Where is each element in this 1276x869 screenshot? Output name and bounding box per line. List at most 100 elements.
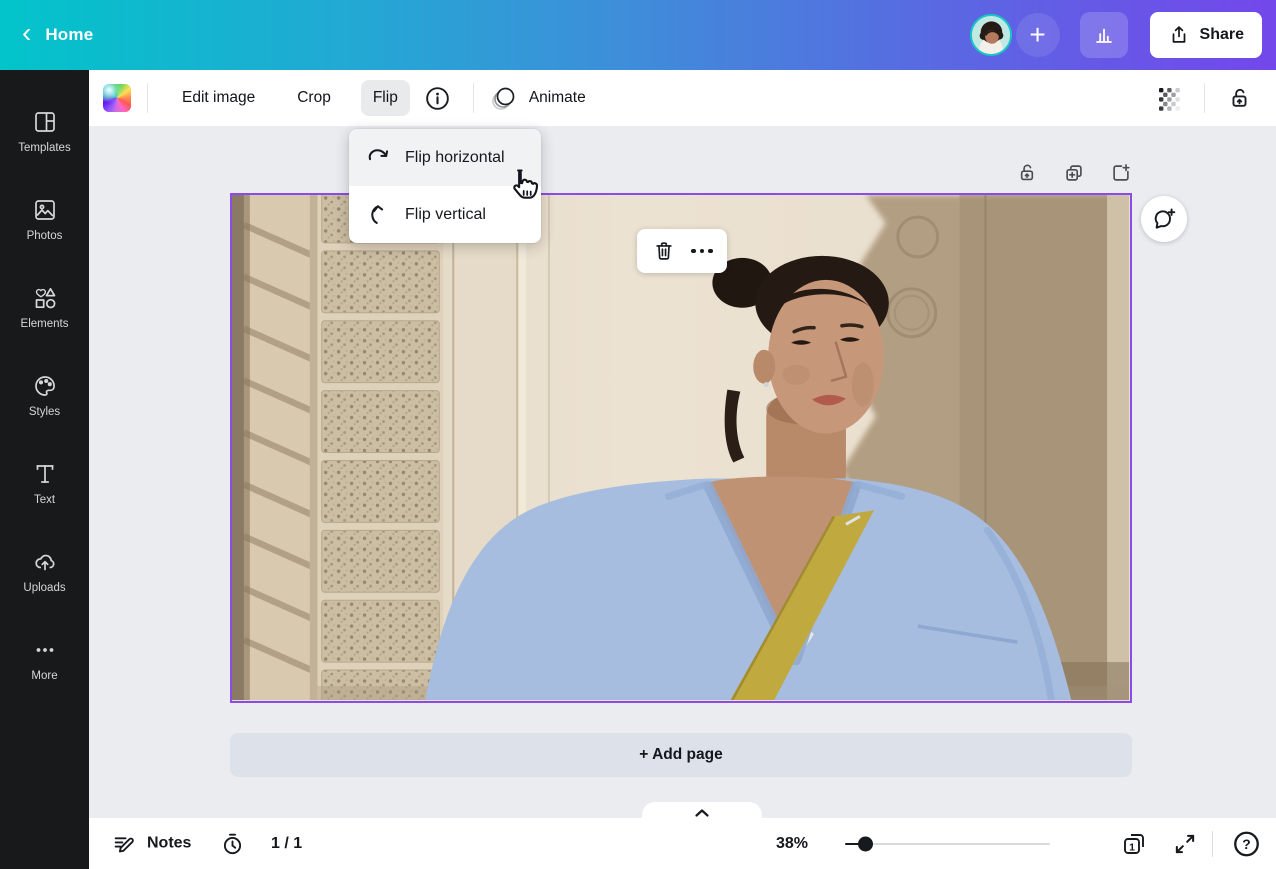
sidebar-label: Styles [28,405,61,418]
duplicate-page-icon [1066,165,1082,181]
transparency-button[interactable] [1150,79,1188,117]
text-icon [36,464,53,483]
top-bar: ‹ Home + Share [0,0,1276,70]
flip-vertical-icon [371,205,384,224]
flip-horizontal-icon [368,149,389,161]
insights-button[interactable] [1079,12,1128,58]
menu-item-label: Flip vertical [405,205,486,223]
add-page-button[interactable]: + Add page [230,733,1132,777]
canvas-area[interactable]: Flip horizontal Flip vertical + Add page [89,127,1276,818]
page-indicator: 1 / 1 [271,835,302,853]
sidebar-label: More [31,669,58,682]
sidebar-item-uploads[interactable]: Uploads [0,534,89,608]
add-member-button[interactable]: + [1015,13,1060,57]
help-button[interactable]: ? [1232,829,1261,858]
styles-icon [34,375,55,396]
lock-page-button[interactable] [1014,160,1040,186]
fullscreen-button[interactable] [1172,831,1198,857]
sidebar-item-templates[interactable]: Templates [0,94,89,168]
home-button[interactable]: ‹ Home [22,17,94,49]
context-toolbar: Edit image Crop Flip Animate [89,70,1276,127]
sidebar-label: Uploads [23,581,66,594]
status-bar: Notes 1 / 1 38% 1 ? [89,818,1276,869]
info-icon [426,86,449,110]
sidebar-item-photos[interactable]: Photos [0,182,89,256]
share-button[interactable]: Share [1149,12,1262,58]
toolbar-divider [1204,83,1205,113]
duplicate-page-button[interactable] [1061,160,1087,186]
notes-icon [114,836,134,852]
zoom-slider-knob[interactable] [858,836,873,851]
trash-icon [656,242,672,260]
sidebar-label: Photos [26,229,63,242]
share-label: Share [1199,26,1244,43]
chevron-up-icon [695,809,709,817]
comment-button[interactable] [1141,196,1187,242]
flip-dropdown-menu: Flip horizontal Flip vertical [349,129,541,243]
sidebar-item-elements[interactable]: Elements [0,270,89,344]
top-bar-right: + Share [969,12,1262,58]
pages-view-button[interactable]: 1 [1120,830,1148,858]
templates-icon [34,111,55,132]
sidebar-item-text[interactable]: Text [0,446,89,520]
page-indicator-label: 1 / 1 [271,834,303,852]
expand-icon [1175,834,1195,853]
sidebar: Templates Photos Elements Styles Text Up… [0,70,89,869]
unlock-page-icon [1020,164,1034,181]
canva-editor: ‹ Home + Share Templates Photos Elements… [0,0,1276,869]
bottom-panel-pull-tab[interactable] [642,802,762,818]
bar-chart-icon [1095,28,1112,43]
color-swatch-button[interactable] [103,84,131,112]
more-options-icon[interactable] [691,248,713,254]
info-button[interactable] [418,79,457,118]
toolbar-right [1150,79,1258,117]
add-page-label: + Add page [639,746,723,763]
pages-icon: 1 [1124,833,1144,854]
home-label: Home [45,25,94,44]
stopwatch-icon [223,833,242,854]
edit-image-button[interactable]: Edit image [170,80,267,116]
zoom-slider[interactable] [845,836,1050,851]
back-chevron-icon: ‹ [22,17,32,48]
sidebar-label: Elements [20,317,69,330]
flip-button[interactable]: Flip [360,80,410,116]
avatar[interactable] [969,14,1012,56]
avatar-image [971,16,1010,54]
more-icon [36,647,53,652]
menu-item-flip-horizontal[interactable]: Flip horizontal [349,129,541,186]
transparency-checkerboard-icon [1159,88,1180,111]
zoom-percent-label: 38% [776,834,809,852]
menu-item-flip-vertical[interactable]: Flip vertical [349,186,541,243]
photos-icon [34,199,55,220]
elements-icon [35,287,55,308]
add-comment-icon [1154,208,1176,229]
menu-item-label: Flip horizontal [405,148,505,166]
help-icon: ? [1234,831,1259,856]
sidebar-label: Templates [18,141,71,154]
page-actions [1014,160,1134,186]
element-mini-toolbar [637,229,727,273]
svg-text:1: 1 [1129,841,1135,853]
sidebar-item-more[interactable]: More [0,622,89,696]
lock-button[interactable] [1221,80,1258,117]
animate-label: Animate [528,89,586,106]
add-page-icon-button[interactable] [1108,160,1134,186]
sidebar-item-styles[interactable]: Styles [0,358,89,432]
share-icon [1172,26,1185,43]
notes-button[interactable]: Notes [112,831,191,856]
animate-button[interactable]: Animate [490,80,588,116]
animate-icon [492,87,515,110]
crop-button[interactable]: Crop [285,80,343,116]
notes-label: Notes [147,834,192,852]
svg-text:?: ? [1242,836,1250,852]
zoom-level: 38% [776,835,808,853]
add-page-icon [1113,164,1130,181]
statusbar-divider [1212,830,1213,857]
plus-icon: + [1029,19,1046,50]
sidebar-label: Text [33,493,56,506]
timer-button[interactable] [220,831,245,856]
toolbar-divider [472,83,474,113]
unlock-icon [1232,88,1247,107]
uploads-icon [34,554,54,570]
delete-button[interactable] [651,238,677,264]
